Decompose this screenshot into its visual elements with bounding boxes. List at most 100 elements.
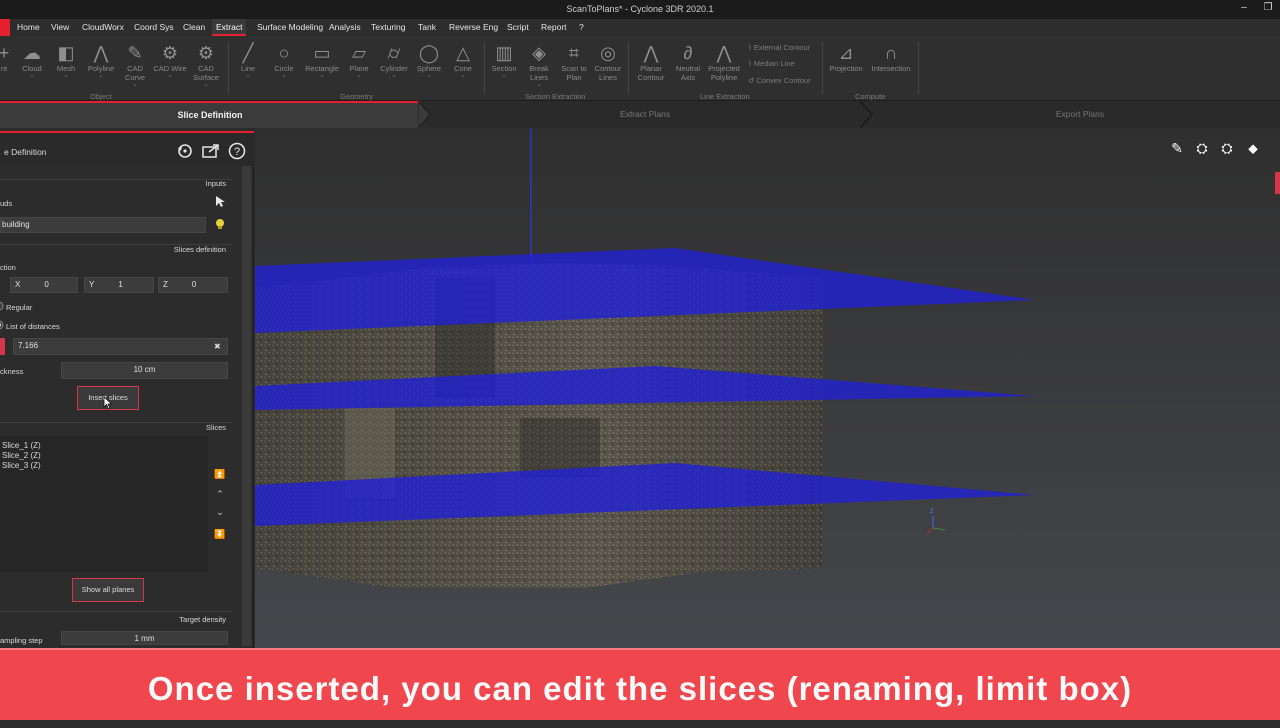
list-item[interactable]: Slice_3 (Z)	[2, 461, 41, 470]
step-export-plans[interactable]: Export Plans	[880, 101, 1280, 128]
menu-help[interactable]: ?	[575, 19, 588, 36]
point-cloud-scene[interactable]	[255, 128, 1280, 648]
3d-viewport[interactable]: Z	[255, 128, 1280, 648]
ribbon-label: Neutral Axis	[675, 64, 701, 82]
median-line-label: Median Line	[753, 59, 795, 68]
ribbon-label: Cloud	[22, 64, 42, 73]
menu-extract[interactable]: Extract	[212, 19, 247, 36]
step-slice-definition[interactable]: Slice Definition	[0, 101, 420, 128]
minimize-button[interactable]: –	[1232, 0, 1256, 19]
ribbon-intersection-button[interactable]: ∩ Intersection	[868, 42, 914, 73]
ribbon-cad-wire-button[interactable]: ⚙ CAD Wire ⌄	[152, 42, 188, 80]
intersection-icon: ∩	[884, 43, 898, 63]
ribbon-sphere-button[interactable]: ◯ Sphere ⌄	[411, 42, 447, 80]
reset-icon[interactable]	[176, 142, 194, 160]
slices-list[interactable]: Slice_1 (Z) Slice_2 (Z) Slice_3 (Z)	[0, 436, 208, 572]
ribbon-label: CAD Curve	[124, 64, 145, 82]
restore-button[interactable]: ❐	[1256, 0, 1280, 19]
section-inputs: Inputs	[205, 179, 226, 188]
external-contour-item[interactable]: ⌇ External Contour	[748, 43, 810, 52]
ribbon-section-button[interactable]: ▥ Section ⌄	[486, 42, 522, 80]
cloud-selection-field[interactable]: building	[0, 217, 206, 233]
menu-clean[interactable]: Clean	[179, 19, 209, 36]
scan-to-plan-icon: ⌗	[568, 43, 580, 63]
direction-z-field[interactable]: Z0	[158, 277, 228, 293]
measure-icon[interactable]: ✎	[1165, 137, 1189, 159]
ribbon-label: CAD Wire	[153, 64, 187, 73]
distance-input[interactable]: 7.166	[13, 338, 228, 355]
title-bar: ScanToPlans* - Cyclone 3DR 2020.1	[0, 0, 1280, 19]
ribbon-planar-contour-button[interactable]: ⋀ Planar Contour	[633, 42, 669, 82]
median-line-item[interactable]: ⌇ Median Line	[748, 59, 795, 68]
menu-reverse-eng[interactable]: Reverse Eng	[445, 19, 502, 36]
ribbon-cloud-button[interactable]: ☁ Cloud ⌄	[14, 42, 50, 80]
group-label-section-extraction: Section Extraction	[525, 92, 586, 101]
pick-icon[interactable]: ⛭	[1190, 137, 1214, 159]
menu-texturing[interactable]: Texturing	[367, 19, 410, 36]
direction-x-field[interactable]: X0	[10, 277, 78, 293]
break-lines-icon: ◈	[532, 43, 546, 63]
ribbon-line-button[interactable]: ╱ Line ⌄	[230, 42, 266, 80]
list-item[interactable]: Slice_1 (Z)	[2, 441, 41, 450]
side-tab[interactable]	[1275, 172, 1280, 194]
sampling-step-input[interactable]: 1 mm	[61, 631, 228, 645]
ribbon-label: Section	[491, 64, 517, 73]
menu-home[interactable]: Home	[13, 19, 44, 36]
ribbon-circle-button[interactable]: ○ Circle ⌄	[266, 42, 302, 80]
list-item[interactable]: Slice_2 (Z)	[2, 451, 41, 460]
cloud-icon: ☁	[23, 43, 41, 63]
ribbon-contour-lines-button[interactable]: ◎ Contour Lines	[590, 42, 626, 82]
cursor-pick-icon[interactable]	[214, 195, 226, 208]
ribbon-separator	[822, 42, 823, 94]
move-top-icon[interactable]: ⏫	[214, 469, 226, 480]
panel-scrollbar[interactable]	[242, 166, 251, 646]
ribbon-plane-button[interactable]: ▱ Plane ⌄	[341, 42, 377, 80]
ribbon-cad-curve-button[interactable]: ✎ CAD Curve ⌄	[117, 42, 153, 89]
regular-radio[interactable]	[0, 301, 4, 311]
ribbon-projected-polyline-button[interactable]: ⋀ Projected Polyline	[704, 42, 744, 82]
ribbon-cone-button[interactable]: △ Cone ⌄	[445, 42, 481, 80]
ribbon-scan-to-plan-button[interactable]: ⌗ Scan to Plan	[556, 42, 592, 82]
convex-contour-item[interactable]: ↺ Convex Contour	[748, 76, 811, 85]
export-icon[interactable]	[202, 143, 220, 159]
list-distances-radio[interactable]	[0, 320, 4, 330]
triad-y-axis	[932, 527, 946, 531]
ribbon-label: Projection	[829, 64, 863, 73]
move-down-icon[interactable]: ⌄	[214, 507, 226, 518]
menu-tank[interactable]: Tank	[414, 19, 440, 36]
triad-z-label: Z	[930, 509, 934, 515]
help-icon[interactable]: ?	[228, 142, 246, 160]
lightbulb-icon[interactable]	[214, 218, 226, 230]
menu-report[interactable]: Report	[537, 19, 571, 36]
menu-analysis[interactable]: Analysis	[325, 19, 365, 36]
menu-script[interactable]: Script	[503, 19, 533, 36]
menu-coord-sys[interactable]: Coord Sys	[130, 19, 178, 36]
move-up-icon[interactable]: ⌃	[214, 489, 226, 500]
window-controls: – ❐	[1232, 0, 1280, 19]
menu-cloudworx[interactable]: CloudWorx	[78, 19, 128, 36]
projected-polyline-icon: ⋀	[716, 43, 732, 63]
menu-surface-modeling[interactable]: Surface Modeling	[253, 19, 327, 36]
ribbon-cylinder-button[interactable]: ⌭ Cylinder ⌄	[376, 42, 412, 80]
ribbon-projection-button[interactable]: ⊿ Projection	[826, 42, 866, 73]
move-bottom-icon[interactable]: ⏬	[214, 529, 226, 540]
ribbon-polyline-button[interactable]: ⋀ Polyline ⌄	[83, 42, 119, 80]
triad-x-axis	[926, 527, 934, 535]
clear-icon[interactable]: ✖	[214, 342, 221, 351]
chevron-down-icon: ⌄	[426, 73, 432, 79]
unpick-icon[interactable]: ⛭	[1215, 137, 1239, 159]
cad-wire-icon: ⚙	[161, 43, 179, 63]
show-all-planes-button[interactable]: Show all planes	[72, 578, 144, 602]
menu-bar: Home View CloudWorx Coord Sys Clean Extr…	[0, 19, 1280, 36]
ribbon-neutral-axis-button[interactable]: ∂ Neutral Axis	[670, 42, 706, 82]
ribbon-mesh-button[interactable]: ◧ Mesh ⌄	[48, 42, 84, 80]
step-extract-plans[interactable]: Extract Plans	[430, 101, 860, 128]
ribbon-rectangle-button[interactable]: ▭ Rectangle ⌄	[303, 42, 341, 80]
direction-y-field[interactable]: Y1	[84, 277, 154, 293]
ribbon-break-lines-button[interactable]: ◈ Break Lines ⌄	[521, 42, 557, 89]
ribbon-label: Projected Polyline	[708, 64, 740, 82]
thickness-input[interactable]: 10 cm	[61, 362, 228, 379]
tag-icon[interactable]: ⬥	[1241, 137, 1265, 159]
ribbon-cad-surface-button[interactable]: ⚙ CAD Surface ⌄	[188, 42, 224, 89]
menu-view[interactable]: View	[47, 19, 73, 36]
